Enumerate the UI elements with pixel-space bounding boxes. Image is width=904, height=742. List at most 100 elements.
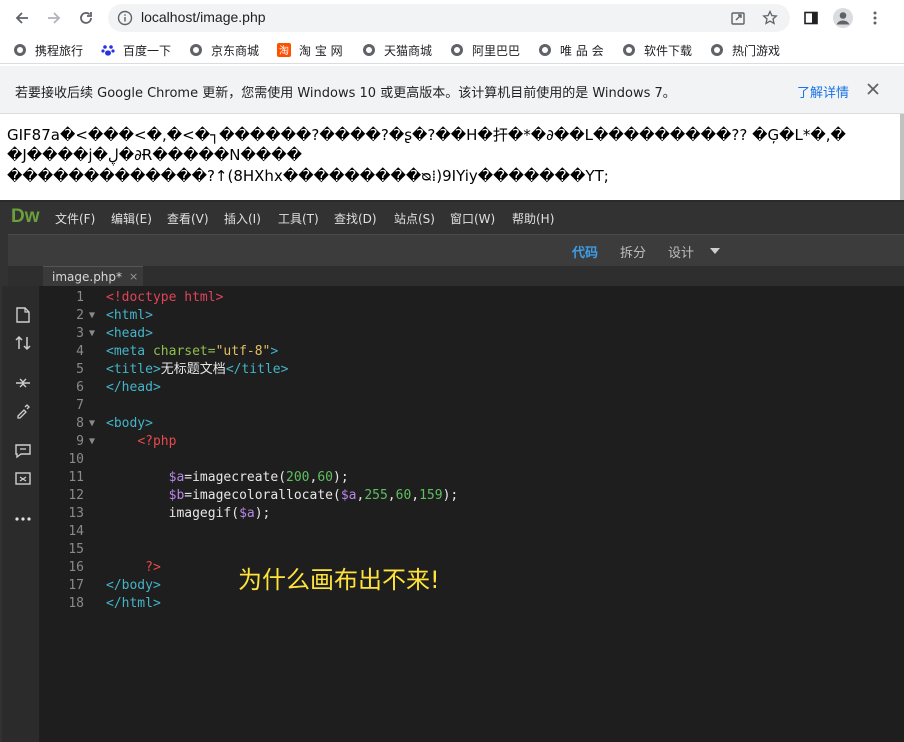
- code-line-17[interactable]: </body>: [106, 577, 161, 595]
- code-line-12[interactable]: $b=imagecolorallocate($a,255,60,159);: [106, 487, 459, 505]
- more-vert-icon: [873, 11, 877, 25]
- menu-file[interactable]: 文件(F): [55, 210, 95, 227]
- close-icon[interactable]: [864, 80, 882, 98]
- avatar-icon: [833, 8, 853, 28]
- menu-help[interactable]: 帮助(H): [512, 210, 554, 227]
- open-documents-icon[interactable]: [14, 306, 32, 324]
- tab-image-php[interactable]: image.php* ×: [43, 266, 143, 286]
- fold-toggle-icon[interactable]: ▼: [89, 415, 95, 433]
- line-number: 8: [76, 416, 84, 431]
- bookmark-item[interactable]: 唯 品 会: [538, 41, 604, 59]
- garbled-line: GIF87a�<���<�,�<�┐������?����?�ʂ�?��H�扞�…: [7, 126, 846, 144]
- line-number: 10: [68, 452, 84, 467]
- reload-button[interactable]: [70, 2, 102, 34]
- code-line-11[interactable]: $a=imagecreate(200,60);: [106, 469, 349, 487]
- menu-edit[interactable]: 编辑(E): [111, 210, 152, 227]
- design-view-button[interactable]: 设计: [668, 242, 694, 261]
- line-number: 4: [76, 344, 84, 359]
- url-text[interactable]: localhost/image.php: [141, 9, 266, 25]
- code-editor[interactable]: 1 2 3 4 5 6 7 8 9 10 11 12 13 14 15 16 1…: [40, 286, 904, 742]
- svg-text:淘: 淘: [279, 44, 289, 57]
- bookmark-item[interactable]: 热门游戏: [710, 41, 780, 59]
- chevron-down-icon[interactable]: [710, 247, 720, 255]
- code-line-18[interactable]: </html>: [106, 595, 161, 613]
- more-horiz-icon[interactable]: [14, 510, 32, 528]
- bookmark-item[interactable]: 百度一下: [101, 41, 171, 59]
- chrome-menu-button[interactable]: [861, 4, 889, 32]
- update-infobar: 若要接收后续 Google Chrome 更新，您需使用 Windows 10 …: [0, 66, 904, 114]
- bookmark-star-icon[interactable]: [762, 10, 778, 26]
- format-brush-icon[interactable]: [14, 402, 32, 420]
- globe-icon: [363, 44, 375, 56]
- menu-site[interactable]: 站点(S): [394, 210, 435, 227]
- globe-icon: [623, 44, 635, 56]
- comment-icon[interactable]: [14, 442, 32, 460]
- page-content: GIF87a�<���<�,�<�┐������?����?�ʂ�?��H�扞�…: [0, 114, 904, 200]
- line-number: 14: [68, 524, 84, 539]
- bookmark-item[interactable]: 阿里巴巴: [450, 41, 520, 59]
- bookmark-item[interactable]: 淘 淘 宝 网: [277, 41, 343, 59]
- view-switcher-bar: 代码 拆分 设计: [8, 234, 904, 266]
- split-view-button[interactable]: 拆分: [620, 242, 646, 261]
- code-view-button[interactable]: 代码: [572, 242, 598, 261]
- line-number: 13: [68, 506, 84, 521]
- code-line-13[interactable]: imagegif($a);: [106, 505, 271, 523]
- line-number: 9: [76, 434, 84, 449]
- menu-tools[interactable]: 工具(T): [278, 210, 319, 227]
- fold-toggle-icon[interactable]: ▼: [89, 325, 95, 343]
- forward-button[interactable]: [38, 2, 70, 34]
- side-panel-button[interactable]: [797, 4, 825, 32]
- address-bar[interactable]: localhost/image.php: [108, 4, 790, 32]
- line-number: 12: [68, 488, 84, 503]
- tab-close-icon[interactable]: ×: [129, 270, 138, 283]
- line-number: 1: [76, 290, 84, 305]
- share-icon[interactable]: [730, 10, 746, 26]
- code-line-3[interactable]: <head>: [106, 325, 153, 343]
- globe-icon: [451, 44, 463, 56]
- side-panel-icon: [804, 11, 818, 25]
- expand-collapse-icon[interactable]: [14, 374, 32, 392]
- forward-arrow-icon: [48, 12, 61, 24]
- dw-menubar: Dw 文件(F) 编辑(E) 查看(V) 插入(I) 工具(T) 查找(D) 站…: [0, 200, 904, 232]
- menu-window[interactable]: 窗口(W): [450, 210, 495, 227]
- line-number: 16: [68, 560, 84, 575]
- site-info-icon[interactable]: [117, 10, 133, 26]
- globe-icon: [711, 44, 723, 56]
- profile-button[interactable]: [829, 4, 857, 32]
- line-number: 15: [68, 542, 84, 557]
- menu-find[interactable]: 查找(D): [334, 210, 377, 227]
- learn-more-link[interactable]: 了解详情: [797, 82, 849, 101]
- globe-icon: [14, 44, 26, 56]
- code-line-1[interactable]: <!doctype html>: [106, 289, 223, 307]
- code-line-9[interactable]: <?php: [106, 433, 176, 451]
- fold-toggle-icon[interactable]: ▼: [89, 433, 95, 451]
- code-line-8[interactable]: <body>: [106, 415, 153, 433]
- code-line-2[interactable]: <html>: [106, 307, 153, 325]
- back-arrow-icon: [15, 12, 28, 24]
- dreamweaver-window: Dw 文件(F) 编辑(E) 查看(V) 插入(I) 工具(T) 查找(D) 站…: [0, 200, 904, 742]
- line-number: 17: [68, 578, 84, 593]
- code-line-5[interactable]: <title>无标题文档</title>: [106, 361, 288, 379]
- question-annotation: 为什么画布出不来!: [238, 566, 440, 594]
- back-button[interactable]: [6, 2, 38, 34]
- sort-arrows-icon[interactable]: [14, 334, 32, 352]
- garbled-line: �������������?↑(8HXhx���������ᴓ⁞)9IYiy��…: [7, 167, 609, 185]
- tab-label[interactable]: image.php*: [52, 270, 122, 284]
- bookmark-item[interactable]: 携程旅行: [13, 41, 83, 59]
- bookmark-item[interactable]: 京东商城: [189, 41, 259, 59]
- code-line-16[interactable]: ?>: [106, 559, 161, 577]
- taobao-icon: 淘: [277, 43, 291, 57]
- line-number: 2: [76, 308, 84, 323]
- menu-view[interactable]: 查看(V): [167, 210, 209, 227]
- remove-comment-icon[interactable]: [14, 470, 32, 488]
- coding-toolbar: [2, 286, 40, 742]
- document-tabbar: image.php* ×: [40, 266, 904, 286]
- code-line-6[interactable]: </head>: [106, 379, 161, 397]
- fold-toggle-icon[interactable]: ▼: [89, 307, 95, 325]
- bookmark-item[interactable]: 软件下载: [622, 41, 692, 59]
- bookmark-item[interactable]: 天猫商城: [362, 41, 432, 59]
- page-scrollbar[interactable]: [900, 114, 904, 200]
- line-number: 6: [76, 380, 84, 395]
- menu-insert[interactable]: 插入(I): [224, 210, 261, 227]
- code-line-4[interactable]: <meta charset="utf-8">: [106, 343, 278, 361]
